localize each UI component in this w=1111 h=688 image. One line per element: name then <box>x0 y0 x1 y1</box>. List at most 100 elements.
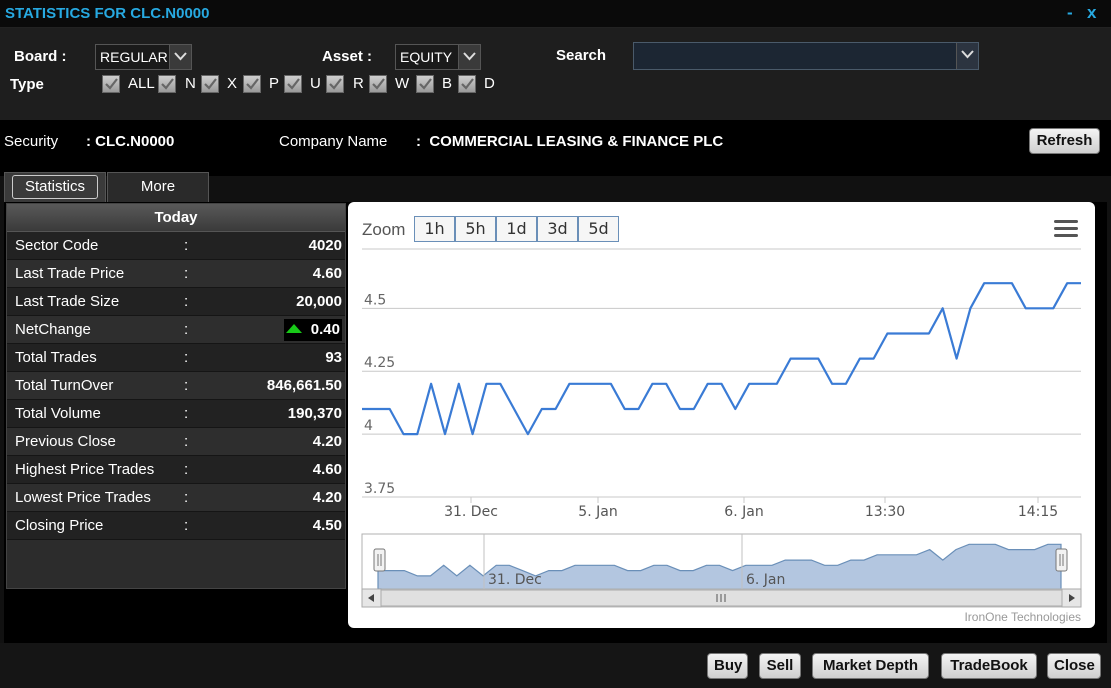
price-chart: 3.75 4 4.25 4.5 31. Dec 5. Jan 6. Jan 13:30 14:1… <box>361 248 1082 608</box>
table-row: Total TurnOver : 846,661.50 <box>7 372 345 400</box>
type-label-n: N <box>185 75 196 92</box>
type-checkbox-p[interactable] <box>243 75 261 93</box>
board-label: Board : <box>14 48 67 65</box>
row-value: 190,370 <box>287 405 342 422</box>
table-row: Lowest Price Trades : 4.20 <box>7 484 345 512</box>
y-tick-label: 4 <box>364 418 373 434</box>
type-label-w: W <box>395 75 410 92</box>
row-label: Last Trade Size <box>15 293 120 310</box>
company-name-label: Company Name <box>279 133 388 150</box>
row-value: 4.20 <box>312 489 342 506</box>
type-label: Type <box>10 76 44 93</box>
chevron-down-icon[interactable] <box>956 43 978 69</box>
row-label: Highest Price Trades <box>15 461 155 478</box>
close-button[interactable]: Close <box>1047 653 1101 679</box>
search-input[interactable] <box>633 42 979 70</box>
security-value: : CLC.N0000 <box>86 133 175 150</box>
row-separator: : <box>184 265 189 282</box>
close-window-button[interactable]: x <box>1087 3 1096 23</box>
tab-more[interactable]: More <box>107 172 209 202</box>
security-bar: Security : CLC.N0000 Company Name : COMM… <box>0 120 1111 176</box>
row-label: Total Volume <box>15 405 101 422</box>
title-bar: STATISTICS FOR CLC.N0000 - x <box>0 0 1111 28</box>
x-tick-label: 13:30 <box>865 504 905 520</box>
tab-statistics-label: Statistics <box>11 175 98 199</box>
type-label-r: R <box>353 75 364 92</box>
tradebook-button[interactable]: TradeBook <box>941 653 1037 679</box>
asset-label: Asset : <box>322 48 373 65</box>
row-label: Total TurnOver <box>15 377 114 394</box>
x-tick-label: 31. Dec <box>444 504 498 520</box>
tab-more-label: More <box>140 178 176 195</box>
window-title: STATISTICS FOR CLC.N0000 <box>5 5 210 22</box>
sell-button[interactable]: Sell <box>759 653 801 679</box>
type-checkbox-d[interactable] <box>458 75 476 93</box>
netchange-badge: 0.40 <box>284 319 342 341</box>
row-value: 4.20 <box>312 433 342 450</box>
type-checkbox-r[interactable] <box>326 75 344 93</box>
row-label: Lowest Price Trades <box>15 489 151 506</box>
y-tick-label: 3.75 <box>364 481 395 497</box>
hamburger-menu-icon[interactable] <box>1054 220 1078 240</box>
row-value: 4020 <box>308 237 342 254</box>
navigator-label: 6. Jan <box>746 572 785 588</box>
table-row: Highest Price Trades : 4.60 <box>7 456 345 484</box>
y-tick-label: 4.5 <box>364 292 386 308</box>
zoom-3d-button[interactable]: 3d <box>537 216 578 242</box>
board-select[interactable]: REGULAR <box>95 44 192 70</box>
chevron-down-icon[interactable] <box>458 45 480 69</box>
tab-statistics[interactable]: Statistics <box>4 172 106 202</box>
company-name-value: : COMMERCIAL LEASING & FINANCE PLC <box>416 133 724 150</box>
statistics-table-header: Today <box>7 204 345 232</box>
table-row: Total Trades : 93 <box>7 344 345 372</box>
navigator-handle[interactable] <box>1055 548 1068 572</box>
zoom-5d-button[interactable]: 5d <box>578 216 619 242</box>
row-separator: : <box>184 349 189 366</box>
chevron-down-icon[interactable] <box>169 45 191 69</box>
table-row: Closing Price : 4.50 <box>7 512 345 540</box>
type-label-x: X <box>227 75 238 92</box>
zoom-label: Zoom <box>362 220 406 239</box>
statistics-rows: Sector Code : 4020 Last Trade Price : 4.… <box>7 232 345 540</box>
table-row: Total Volume : 190,370 <box>7 400 345 428</box>
table-row: Previous Close : 4.20 <box>7 428 345 456</box>
search-label: Search <box>556 47 607 64</box>
type-label-u: U <box>310 75 321 92</box>
row-separator: : <box>184 461 189 478</box>
table-row: Sector Code : 4020 <box>7 232 345 260</box>
asset-select[interactable]: EQUITY <box>395 44 481 70</box>
zoom-1h-button[interactable]: 1h <box>414 216 455 242</box>
type-checkbox-all[interactable] <box>102 75 120 93</box>
market-depth-button[interactable]: Market Depth <box>812 653 929 679</box>
row-separator: : <box>184 321 189 338</box>
navigator-handle[interactable] <box>373 548 386 572</box>
row-separator: : <box>184 293 189 310</box>
buy-button[interactable]: Buy <box>707 653 748 679</box>
y-tick-label: 4.25 <box>364 355 395 371</box>
type-label-b: B <box>442 75 453 92</box>
table-row: Last Trade Size : 20,000 <box>7 288 345 316</box>
zoom-5h-button[interactable]: 5h <box>455 216 496 242</box>
zoom-1d-button[interactable]: 1d <box>496 216 537 242</box>
row-separator: : <box>184 433 189 450</box>
type-checkbox-b[interactable] <box>416 75 434 93</box>
row-separator: : <box>184 489 189 506</box>
row-label: NetChange <box>15 321 91 338</box>
row-value: 4.50 <box>312 517 342 534</box>
refresh-button[interactable]: Refresh <box>1029 128 1100 154</box>
type-checkbox-u[interactable] <box>284 75 302 93</box>
type-checkbox-n[interactable] <box>158 75 176 93</box>
row-label: Last Trade Price <box>15 265 125 282</box>
navigator-label: 31. Dec <box>488 572 542 588</box>
minimize-button[interactable]: - <box>1067 3 1073 23</box>
row-label: Total Trades <box>15 349 97 366</box>
netchange-value: 0.40 <box>310 321 340 338</box>
type-checkbox-w[interactable] <box>369 75 387 93</box>
row-value: 20,000 <box>296 293 342 310</box>
type-checkbox-x[interactable] <box>201 75 219 93</box>
arrow-up-icon <box>286 324 302 333</box>
row-value: 4.60 <box>312 461 342 478</box>
type-label-d: D <box>484 75 495 92</box>
table-row: NetChange : 0.40 <box>7 316 345 344</box>
chart-credits: IronOne Technologies <box>964 610 1081 624</box>
